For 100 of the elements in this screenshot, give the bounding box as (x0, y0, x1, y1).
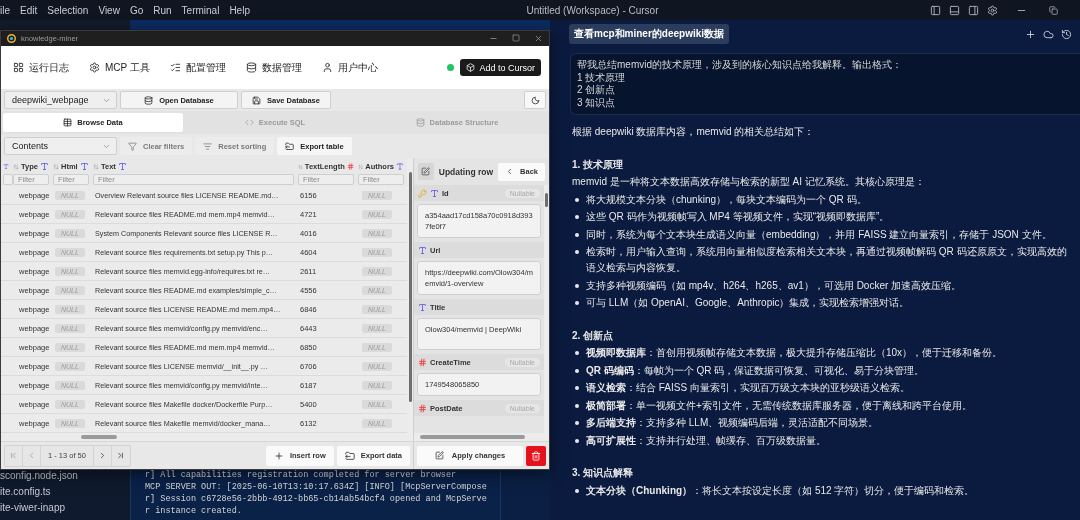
answer-heading: 3. 知识点解释 (572, 466, 635, 481)
bullet-dot (575, 488, 579, 493)
answer-heading: 2. 创新点 (572, 328, 615, 343)
menu-item[interactable]: Selection (42, 4, 94, 16)
maximize-icon[interactable] (512, 34, 520, 42)
database-icon (245, 62, 257, 73)
text-type-icon (418, 245, 427, 255)
menu-item[interactable]: Help (224, 4, 255, 16)
bullet-text: 视频即数据库：首创用视频帧存储文本数据，极大提升存储压缩比（10x），便于迁移和备份。 (586, 346, 1003, 361)
bullet-dot (575, 368, 579, 373)
nav-item[interactable]: 用户中心 (321, 60, 378, 75)
menu-item[interactable]: ile (0, 4, 15, 16)
bullet-dot (575, 301, 579, 306)
settings-icon[interactable] (987, 4, 998, 16)
plus-icon[interactable] (1025, 28, 1036, 40)
checklist-icon (169, 62, 181, 73)
funnel-icon (128, 141, 137, 151)
user-icon (321, 62, 333, 73)
message-line: 3 知识点 (577, 96, 617, 110)
trash-icon (531, 450, 541, 461)
panel-title: Updating row (438, 166, 494, 177)
folder-export-icon (285, 141, 295, 151)
filter-field[interactable] (3, 174, 13, 185)
folder-export-icon (344, 450, 355, 461)
bullet-text: 这些 QR 码作为视频帧写入 MP4 等视频文件，实现“视频即数据库”。 (586, 210, 890, 225)
panel-right-icon[interactable] (968, 4, 979, 16)
file-name[interactable]: ite.config.ts (0, 484, 130, 500)
bullet-text: 同时，系统为每个文本块生成语义向量（embedding），并用 FAISS 建立向量索引，存储于 JSON 文件。 (586, 227, 1052, 242)
first-page-icon (9, 451, 18, 460)
view-select[interactable]: Contents (4, 137, 117, 155)
menu-item[interactable]: Run (148, 4, 177, 16)
text-type-icon (3, 162, 9, 171)
bullet-dot (575, 232, 579, 237)
history-icon[interactable] (1061, 28, 1072, 40)
bullet-dot (575, 403, 579, 408)
bullet-text: 检索时，用户输入查询，系统用向量相似度检索相关文本块，再通过视频帧解码 QR 码还原原文，实现高效的语义检索与内容恢复。 (586, 245, 1068, 276)
bullet-dot (575, 215, 579, 220)
restore-icon[interactable] (1049, 5, 1058, 15)
menu-item[interactable]: View (93, 4, 125, 16)
context-chip[interactable]: 查看mcp和miner的deepwiki数据 (569, 24, 730, 44)
code-icon (244, 118, 254, 127)
number-type-icon (418, 357, 427, 367)
cloud-icon[interactable] (1043, 28, 1054, 40)
nav-item[interactable]: 配置管理 (169, 60, 226, 75)
bullet-dot (575, 351, 579, 356)
number-type-icon (346, 162, 354, 171)
file-name[interactable]: ite-viwer-inapp (0, 500, 130, 516)
panel-bottom-icon[interactable] (949, 4, 960, 16)
bullet-text: 语义检索：结合 FAISS 向量索引，实现百万级文本块的亚秒级语义检索。 (586, 381, 910, 396)
bullet-dot (575, 283, 579, 288)
text-type-icon (79, 162, 89, 171)
bullet-text: 支持多种视频编码（如 mp4v、h264、h265、av1），可选用 Docker 加速高效压缩。 (586, 278, 962, 293)
cube-icon (466, 63, 476, 72)
menu-item[interactable]: Go (124, 4, 149, 16)
bullet-dot (575, 250, 579, 255)
table-select[interactable]: deepwiki_webpage (4, 91, 117, 109)
panel-left-icon[interactable] (930, 4, 941, 16)
add-to-cursor-button[interactable]: Add to Cursor (460, 59, 541, 76)
app-logo-icon (7, 34, 16, 43)
message-line: 1 技术原理 (577, 71, 627, 84)
database-icon (415, 118, 425, 127)
window-title: Untitled (Workspace) - Cursor (526, 4, 659, 16)
text-type-icon (117, 162, 127, 171)
edit-icon (434, 451, 444, 460)
bullet-text: 文本分块（Chunking）：将长文本按设定长度（如 512 字符）切分，便于编码和检索。 (586, 483, 975, 498)
gear-icon (89, 62, 100, 73)
answer-text: memvid 是一种将文本数据高效存储与检索的新型 AI 记忆系统。其核心原理是： (572, 175, 926, 190)
file-name[interactable]: sconfig.node.json (0, 468, 130, 484)
answer-heading: 1. 技术原理 (572, 157, 625, 172)
bullet-dot (575, 386, 579, 391)
bullet-text: 极简部署：单一视频文件+索引文件，无需传统数据库服务器，便于离线和跨平台使用。 (586, 398, 972, 413)
menu-item[interactable]: Edit (15, 4, 43, 16)
plus-icon (273, 450, 284, 461)
bullet-text: 可与 LLM（如 OpenAI、Google、Anthropic）集成，实现检索增强对话。 (586, 296, 910, 311)
terminal-line: MCP SERVER OUT: [2025-06-10T13:10:17.634Z] [INFO] [McpServerCompose (145, 481, 488, 493)
terminal-line: r] Session c6728e56-2bbb-4912-bb65-cb14ab54bcf4 opened and McpServe (145, 493, 488, 505)
theme-button[interactable] (524, 91, 546, 109)
text-type-icon (418, 302, 427, 312)
database-icon (144, 95, 154, 105)
nav-item[interactable]: MCP 工具 (89, 60, 150, 75)
bullet-dot (575, 197, 579, 202)
bullet-dot (575, 421, 579, 426)
answer-text: 根据 deepwiki 数据库内容，memvid 的相关总结如下： (572, 125, 816, 140)
menu-item[interactable]: Terminal (176, 4, 225, 16)
save-icon (252, 95, 261, 105)
edit-icon (418, 163, 434, 180)
terminal-line: r] All capabilities registration completed for server browser (145, 469, 458, 481)
bullet-text: QR 码编码：每帧为一个 QR 码，保证数据可恢复、可视化、易于分块管理。 (586, 363, 925, 378)
nav-item[interactable]: 数据管理 (245, 60, 302, 75)
nav-item[interactable]: 运行日志 (13, 60, 69, 75)
text-type-icon (39, 162, 49, 171)
chevron-left-icon (27, 451, 36, 460)
table-icon (63, 118, 73, 127)
bullet-text: 高可扩展性：支持并行处理、帧缓存、百万级数据量。 (586, 433, 826, 448)
terminal-line: r instance created. (145, 505, 243, 517)
number-type-icon (418, 403, 427, 413)
bullet-text: 将大规模文本分块（chunking），每块文本编码为一个 QR 码。 (586, 192, 867, 207)
bullet-dot (575, 438, 579, 443)
close-icon[interactable] (534, 34, 543, 43)
delete-button[interactable] (526, 445, 546, 466)
